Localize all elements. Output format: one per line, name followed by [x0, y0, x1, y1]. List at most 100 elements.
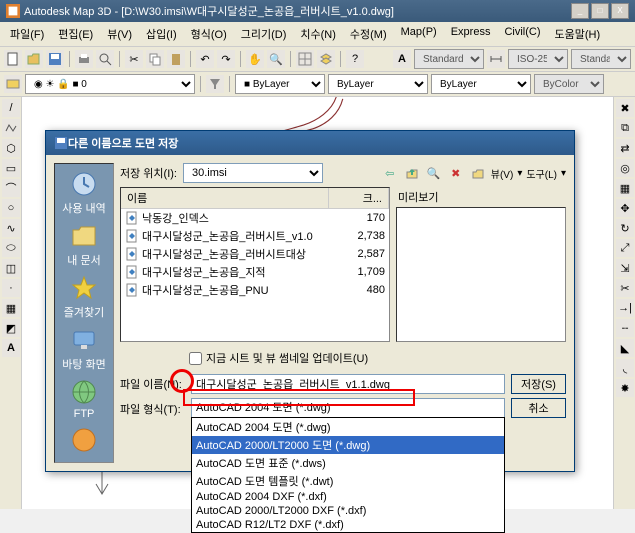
place-favorites[interactable]: 즐겨찾기 — [57, 274, 111, 320]
color-select[interactable]: ■ ByLayer — [235, 74, 325, 94]
fillet-tool-icon[interactable]: ◟ — [616, 359, 634, 377]
redo-icon[interactable]: ↷ — [217, 50, 235, 68]
filetype-option[interactable]: AutoCAD R12/LT2 DXF (*.dxf) — [192, 518, 504, 532]
copy-obj-icon[interactable]: ⧉ — [616, 119, 634, 137]
rect-tool-icon[interactable]: ▭ — [2, 159, 20, 177]
file-row[interactable]: 대구시달성군_논공읍_러버시트_v1.0 2,738 — [121, 227, 389, 245]
file-list[interactable]: 이름 크... 낙동강_인덱스 170 대구시달성군_논공읍_러버시트_v1.0… — [120, 187, 390, 342]
menu-express[interactable]: Express — [445, 24, 497, 44]
file-row[interactable]: 대구시달성군_논공읍_지적 1,709 — [121, 263, 389, 281]
break-tool-icon[interactable]: ╌ — [616, 319, 634, 337]
scale-tool-icon[interactable]: ⤢ — [616, 239, 634, 257]
paste-icon[interactable] — [167, 50, 185, 68]
offset-tool-icon[interactable]: ◎ — [616, 159, 634, 177]
dim-style-icon[interactable] — [487, 50, 505, 68]
place-desktop[interactable]: 바탕 화면 — [57, 326, 111, 372]
trim-tool-icon[interactable]: ✂ — [616, 279, 634, 297]
col-size[interactable]: 크... — [329, 188, 389, 208]
line-tool-icon[interactable]: / — [2, 99, 20, 117]
circle-tool-icon[interactable]: ○ — [2, 199, 20, 217]
ellipse-tool-icon[interactable]: ⬭ — [2, 239, 20, 257]
filetype-option[interactable]: AutoCAD 2004 도면 (*.dwg) — [192, 418, 504, 436]
zoom-icon[interactable]: 🔍 — [267, 50, 285, 68]
rotate-tool-icon[interactable]: ↻ — [616, 219, 634, 237]
text-style-select[interactable]: Standard — [414, 49, 484, 69]
newfolder-icon[interactable] — [469, 164, 487, 182]
menu-edit[interactable]: 편집(E) — [52, 24, 99, 44]
hatch-tool-icon[interactable]: ▦ — [2, 299, 20, 317]
place-ftp[interactable]: FTP — [57, 378, 111, 420]
file-row[interactable]: 낙동강_인덱스 170 — [121, 209, 389, 227]
filetype-option[interactable]: AutoCAD 도면 템플릿 (*.dwt) — [192, 472, 504, 490]
filetype-option[interactable]: AutoCAD 2000/LT2000 DXF (*.dxf) — [192, 504, 504, 518]
move-tool-icon[interactable]: ✥ — [616, 199, 634, 217]
cancel-button[interactable]: 취소 — [511, 398, 566, 418]
plotstyle-select[interactable]: ByColor — [534, 74, 604, 94]
lineweight-select[interactable]: ByLayer — [431, 74, 531, 94]
filetype-option-selected[interactable]: AutoCAD 2000/LT2000 도면 (*.dwg) — [192, 436, 504, 454]
new-icon[interactable] — [4, 50, 22, 68]
search-icon[interactable]: 🔍 — [425, 164, 443, 182]
place-buzzsaw[interactable] — [57, 426, 111, 456]
spline-tool-icon[interactable]: ∿ — [2, 219, 20, 237]
up-icon[interactable] — [403, 164, 421, 182]
undo-icon[interactable]: ↶ — [196, 50, 214, 68]
menu-help[interactable]: 도움말(H) — [549, 24, 607, 44]
filetype-select[interactable]: AutoCAD 2004 도면 (*.dwg) — [191, 398, 505, 418]
filetype-option[interactable]: AutoCAD 도면 표준 (*.dws) — [192, 454, 504, 472]
thumbnail-checkbox[interactable] — [189, 352, 202, 365]
linetype-select[interactable]: ByLayer — [328, 74, 428, 94]
pan-icon[interactable]: ✋ — [246, 50, 264, 68]
layers-icon[interactable] — [317, 50, 335, 68]
erase-tool-icon[interactable]: ✖ — [616, 99, 634, 117]
arc-tool-icon[interactable]: ⌒ — [2, 179, 20, 197]
menu-insert[interactable]: 삽입(I) — [140, 24, 183, 44]
location-select[interactable]: 30.imsi — [183, 163, 323, 183]
menu-dimension[interactable]: 치수(N) — [294, 24, 342, 44]
back-icon[interactable]: ⇦ — [381, 164, 399, 182]
view-menu[interactable]: 뷰(V) — [491, 166, 514, 181]
menu-draw[interactable]: 그리기(D) — [235, 24, 293, 44]
copy-icon[interactable] — [146, 50, 164, 68]
delete-icon[interactable]: ✖ — [447, 164, 465, 182]
layer-manager-icon[interactable] — [4, 75, 22, 93]
maximize-button[interactable]: □ — [591, 3, 609, 19]
place-mydocs[interactable]: 내 문서 — [57, 222, 111, 268]
layer-select[interactable]: ◉ ☀ 🔒 ■ 0 — [25, 74, 195, 94]
stretch-tool-icon[interactable]: ⇲ — [616, 259, 634, 277]
minimize-button[interactable]: _ — [571, 3, 589, 19]
place-history[interactable]: 사용 내역 — [57, 170, 111, 216]
text-tool-icon[interactable]: A — [2, 339, 20, 357]
filename-input[interactable] — [191, 374, 505, 394]
dim-style-select[interactable]: ISO-25 — [508, 49, 568, 69]
polygon-tool-icon[interactable]: ⬡ — [2, 139, 20, 157]
point-tool-icon[interactable]: · — [2, 279, 20, 297]
menu-view[interactable]: 뷰(V) — [101, 24, 138, 44]
menu-modify[interactable]: 수정(M) — [344, 24, 393, 44]
save-button[interactable]: 저장(S) — [511, 374, 566, 394]
menu-civil[interactable]: Civil(C) — [498, 24, 546, 44]
layer-filter-icon[interactable] — [206, 75, 224, 93]
menu-file[interactable]: 파일(F) — [4, 24, 50, 44]
open-icon[interactable] — [25, 50, 43, 68]
block-tool-icon[interactable]: ◫ — [2, 259, 20, 277]
cut-icon[interactable]: ✂ — [125, 50, 143, 68]
chamfer-tool-icon[interactable]: ◣ — [616, 339, 634, 357]
explode-tool-icon[interactable]: ✸ — [616, 379, 634, 397]
text-style-icon[interactable]: A — [393, 50, 411, 68]
polyline-tool-icon[interactable] — [2, 119, 20, 137]
filetype-option[interactable]: AutoCAD 2004 DXF (*.dxf) — [192, 490, 504, 504]
tools-menu[interactable]: 도구(L) — [526, 166, 557, 181]
help-icon[interactable]: ? — [346, 50, 364, 68]
grid-icon[interactable] — [296, 50, 314, 68]
file-row[interactable]: 대구시달성군_논공읍_PNU 480 — [121, 281, 389, 299]
menu-map[interactable]: Map(P) — [395, 24, 443, 44]
file-row[interactable]: 대구시달성군_논공읍_러버시트대상 2,587 — [121, 245, 389, 263]
print-icon[interactable] — [75, 50, 93, 68]
save-icon[interactable] — [46, 50, 64, 68]
col-name[interactable]: 이름 — [121, 188, 329, 208]
preview-icon[interactable] — [96, 50, 114, 68]
mirror-tool-icon[interactable]: ⇄ — [616, 139, 634, 157]
menu-format[interactable]: 형식(O) — [185, 24, 233, 44]
extend-tool-icon[interactable]: →| — [616, 299, 634, 317]
